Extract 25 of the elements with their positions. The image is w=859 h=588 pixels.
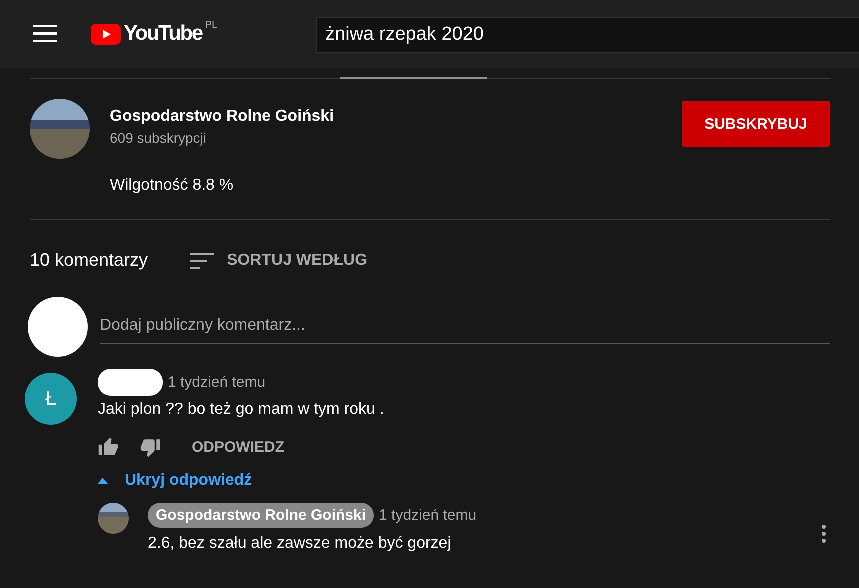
region-label: PL (205, 20, 218, 31)
reply-button[interactable]: ODPOWIEDZ (182, 439, 284, 456)
comment-input-field[interactable]: Dodaj publiczny komentarz... (100, 312, 830, 344)
comment-text: Jaki plon ?? bo też go mam w tym roku . (98, 401, 386, 419)
reply-text: 2.6, bez szału ale zawsze może być gorzej (148, 535, 452, 553)
logo-text[interactable]: YouTube (124, 22, 202, 46)
menu-icon[interactable] (33, 25, 57, 43)
subscriber-count: 609 subskrypcji (110, 130, 208, 146)
caret-icon (98, 478, 108, 484)
channel-name[interactable]: Gospodarstwo Rolne Goiński (110, 108, 682, 126)
reply-time[interactable]: 1 tydzień temu (379, 507, 477, 524)
sort-icon (190, 252, 214, 268)
reply-avatar-photo[interactable] (98, 503, 129, 534)
comment-count: 10 komentarzy (30, 250, 148, 271)
thumbs-up-icon[interactable] (98, 437, 119, 458)
play-logo-icon[interactable] (91, 24, 121, 44)
thumbs-down-icon[interactable] (140, 437, 161, 458)
subscribe-button[interactable]: SUBSKRYBUJ (682, 101, 830, 147)
reply-author[interactable]: Gospodarstwo Rolne Goiński (148, 503, 374, 528)
more-options-icon[interactable] (822, 525, 826, 543)
video-description: Wilgotność 8.8 % (110, 177, 235, 195)
sort-button[interactable]: SORTUJ WEDŁUG (190, 252, 368, 270)
hide-replies-button[interactable]: Ukryj odpowiedź (98, 472, 252, 490)
comment-time[interactable]: 1 tydzień temu (168, 374, 266, 391)
search-field[interactable]: żniwa rzepak 2020 (316, 17, 859, 53)
